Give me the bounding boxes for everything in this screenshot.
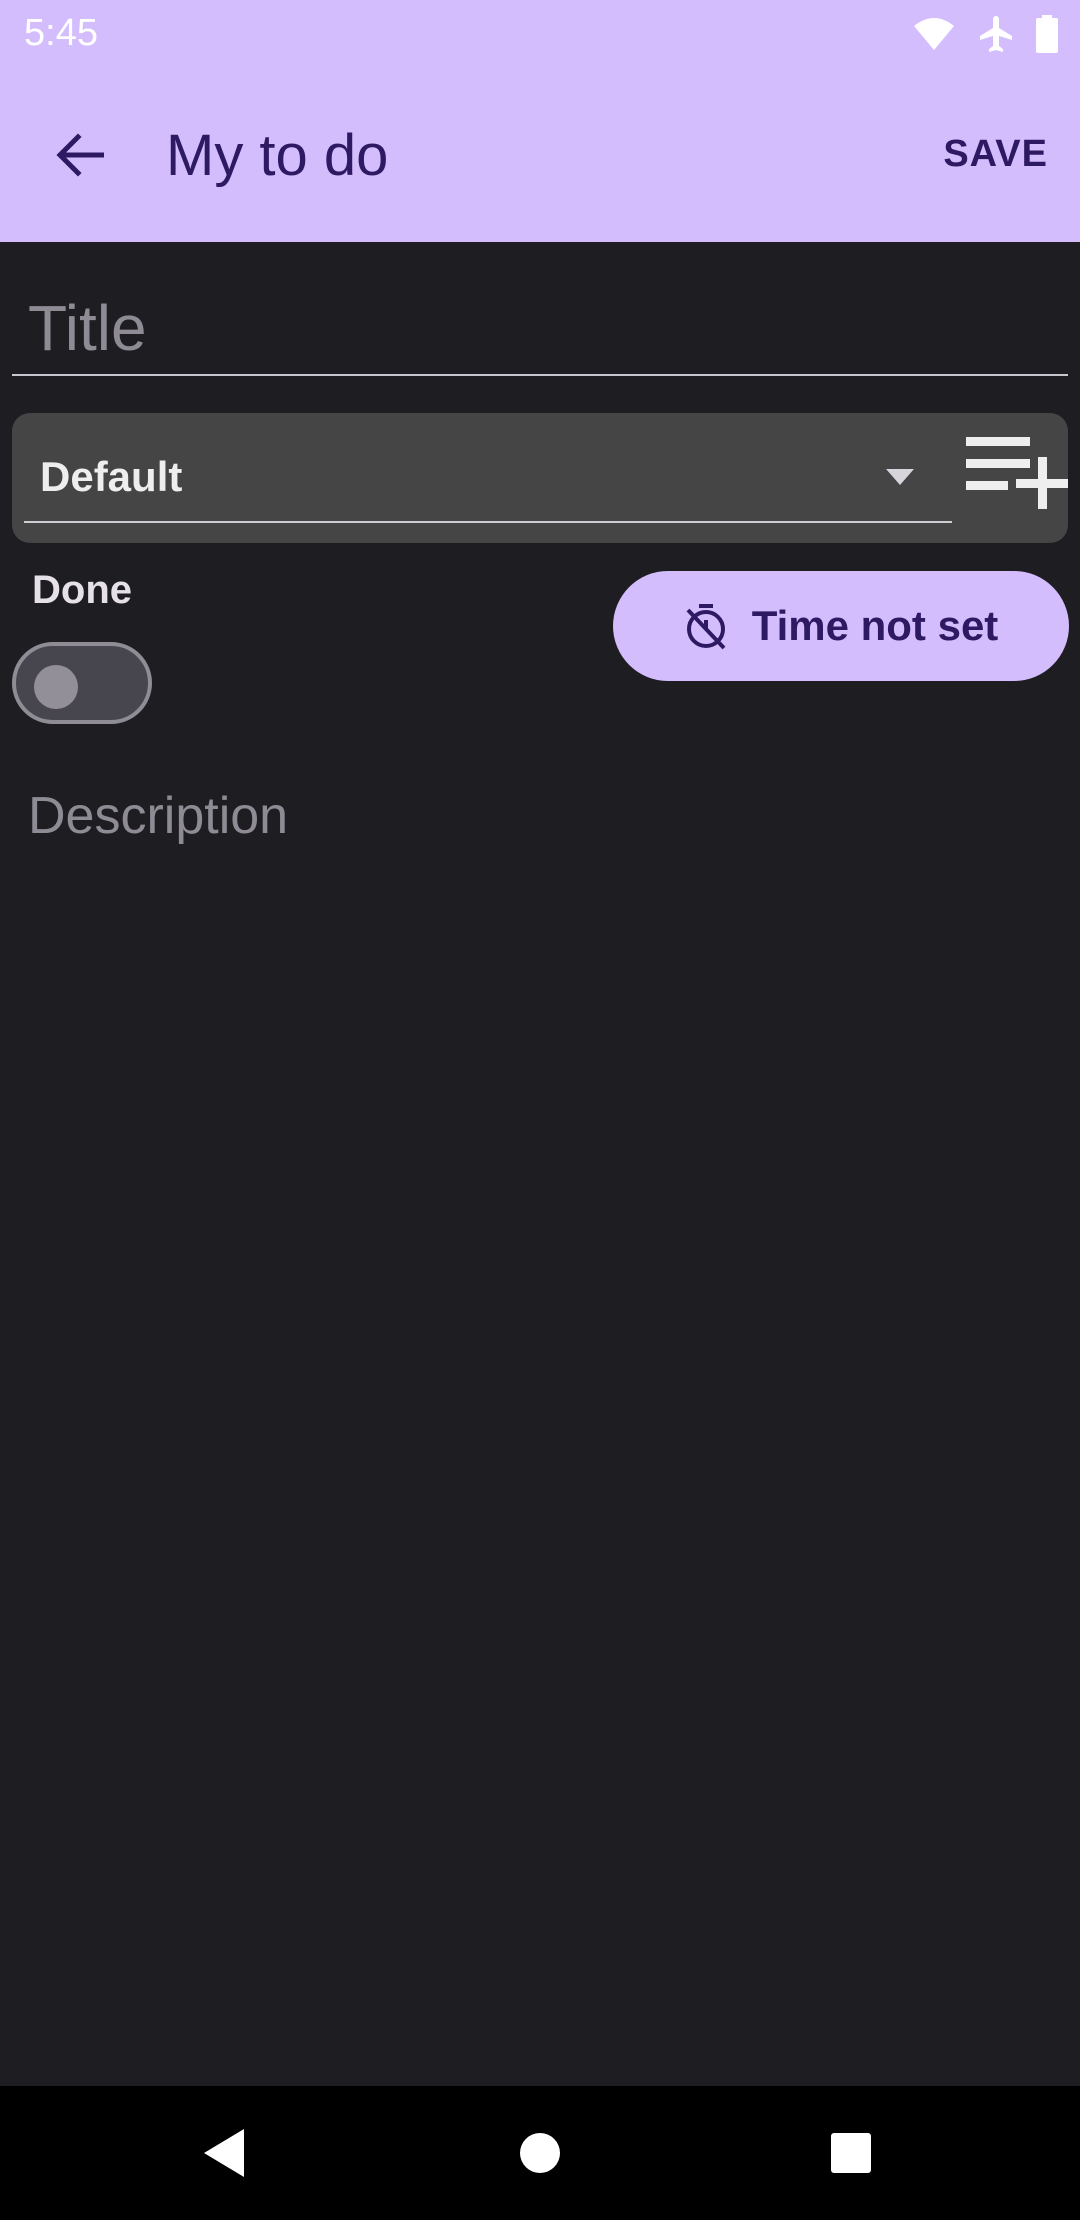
add-category-button[interactable] (960, 433, 1072, 529)
status-time: 5:45 (24, 12, 98, 54)
title-field[interactable] (12, 282, 1068, 376)
category-container: Default (12, 413, 1068, 543)
nav-recents-button[interactable] (810, 2112, 892, 2194)
switch-thumb (34, 665, 78, 709)
arrow-left-icon (56, 133, 104, 177)
description-input[interactable] (12, 770, 1068, 860)
save-button[interactable]: SAVE (943, 133, 1048, 176)
timer-off-icon (686, 604, 726, 650)
description-field[interactable] (12, 770, 1068, 860)
title-input[interactable] (12, 282, 1068, 374)
nav-back-button[interactable] (184, 2112, 266, 2194)
app-bar: 5:45 My to do SAVE (0, 0, 1080, 242)
home-circle-icon (520, 2133, 560, 2173)
battery-icon (1036, 15, 1058, 53)
airplane-icon (980, 16, 1012, 52)
category-dropdown[interactable]: Default (24, 413, 952, 523)
time-button[interactable]: Time not set (613, 571, 1069, 681)
page-title: My to do (166, 123, 389, 188)
time-label: Time not set (751, 602, 999, 649)
dropdown-arrow-icon (886, 469, 914, 485)
done-label: Done (32, 568, 132, 612)
status-icons (912, 14, 1058, 54)
back-button[interactable] (44, 120, 114, 190)
playlist-add-icon (966, 437, 1068, 509)
category-value: Default (40, 453, 183, 500)
back-triangle-icon (204, 2129, 244, 2177)
recents-square-icon (831, 2133, 871, 2173)
nav-home-button[interactable] (499, 2112, 581, 2194)
wifi-icon (914, 18, 954, 50)
done-switch[interactable] (12, 642, 152, 724)
navigation-bar (0, 2086, 1080, 2220)
